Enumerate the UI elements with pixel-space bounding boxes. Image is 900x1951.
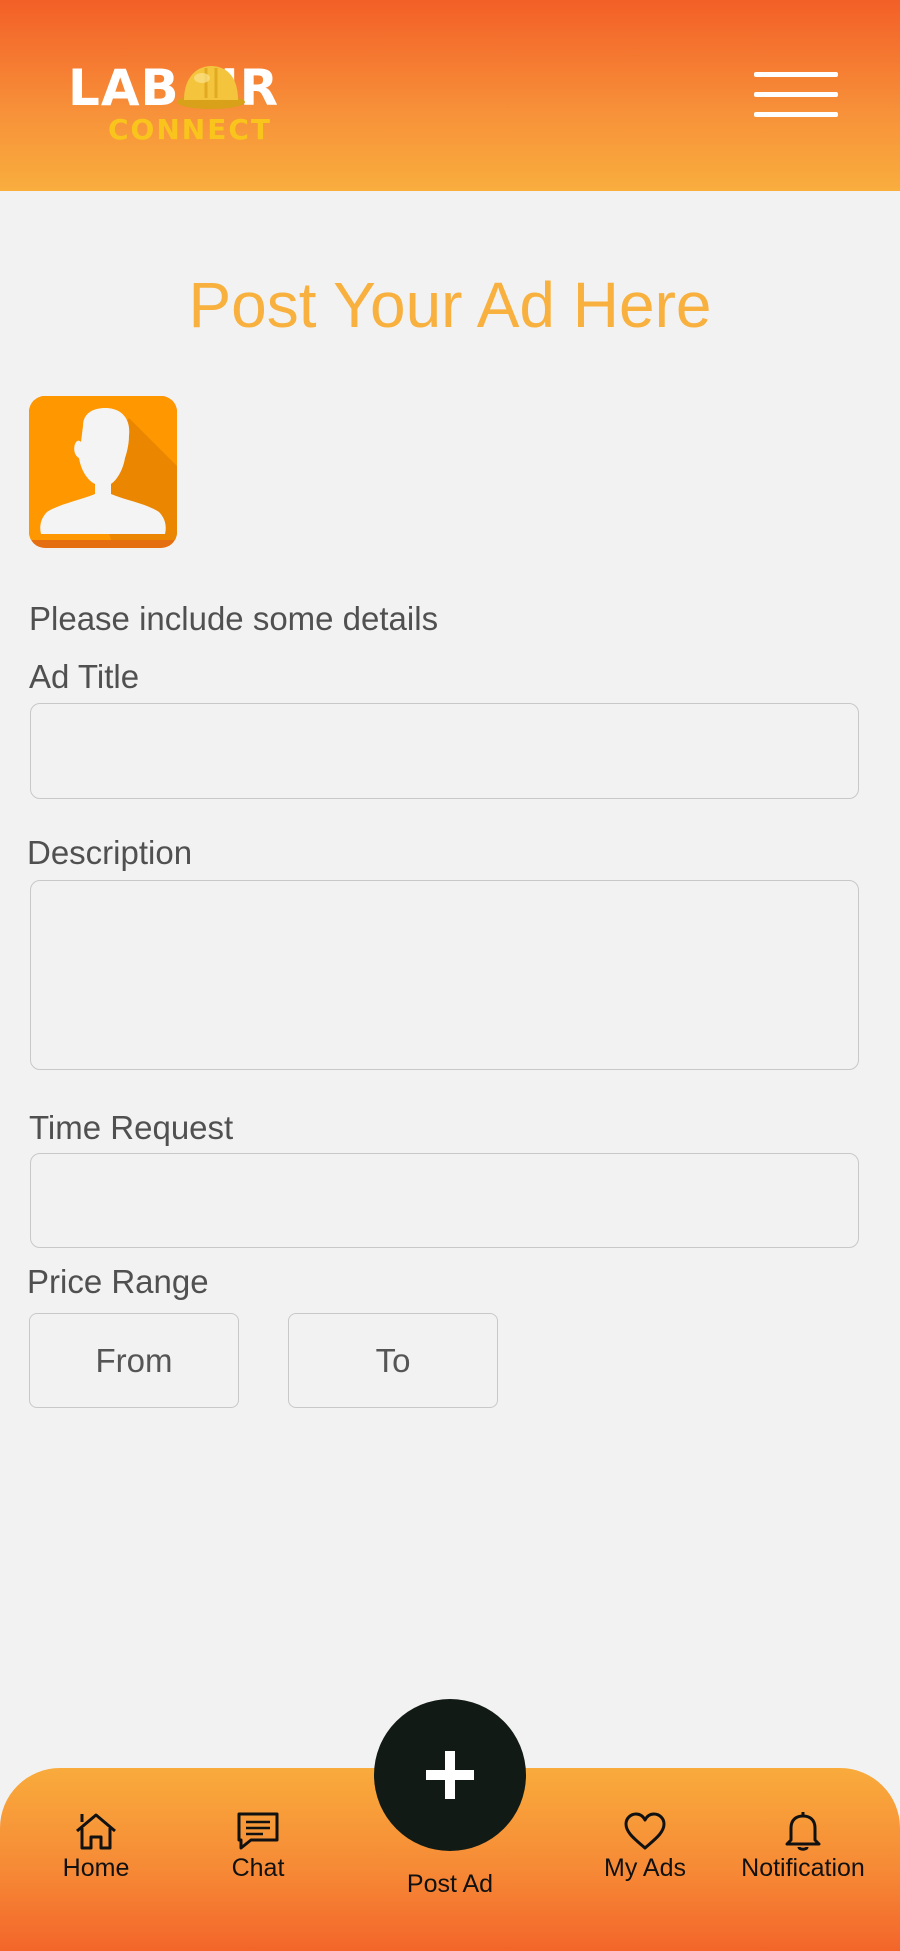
chat-icon [237, 1812, 279, 1850]
time-request-input[interactable] [30, 1153, 859, 1248]
nav-my-ads-label: My Ads [604, 1854, 686, 1882]
labour-connect-logo[interactable]: LAB UR CONNECT [68, 58, 328, 148]
nav-chat[interactable]: Chat [208, 1810, 308, 1883]
nav-notification[interactable]: Notification [733, 1810, 873, 1883]
home-icon [76, 1813, 116, 1850]
nav-home-label: Home [62, 1854, 130, 1882]
time-request-label: Time Request [29, 1109, 234, 1146]
price-range-label: Price Range [27, 1263, 209, 1300]
page-title: Post Your Ad Here [188, 269, 712, 341]
description-textarea[interactable] [30, 880, 859, 1070]
hamburger-menu-icon[interactable] [754, 72, 838, 118]
plus-icon [426, 1751, 474, 1799]
user-silhouette-icon [29, 396, 177, 548]
logo-subtitle: CONNECT [108, 113, 272, 146]
app-header: LAB UR CONNECT [0, 0, 900, 191]
bell-icon [785, 1812, 821, 1851]
post-ad-button[interactable] [374, 1699, 526, 1851]
nav-post-ad-label[interactable]: Post Ad [375, 1870, 525, 1899]
nav-home[interactable]: Home [46, 1810, 146, 1883]
nav-chat-label: Chat [231, 1854, 285, 1882]
logo-title: LAB UR [68, 59, 280, 117]
nav-notification-label: Notification [741, 1854, 865, 1882]
price-to-input[interactable]: To [288, 1313, 498, 1408]
ad-title-label: Ad Title [29, 658, 140, 695]
nav-my-ads[interactable]: My Ads [595, 1810, 695, 1883]
ad-image-upload-button[interactable] [29, 396, 177, 548]
heart-icon [624, 1812, 666, 1850]
description-label: Description [27, 834, 193, 871]
price-from-placeholder: From [95, 1341, 173, 1379]
hard-hat-icon [177, 66, 245, 109]
price-to-placeholder: To [375, 1341, 411, 1379]
details-hint-text: Please include some details [29, 600, 439, 637]
price-from-input[interactable]: From [29, 1313, 239, 1408]
ad-title-input[interactable] [30, 703, 859, 799]
